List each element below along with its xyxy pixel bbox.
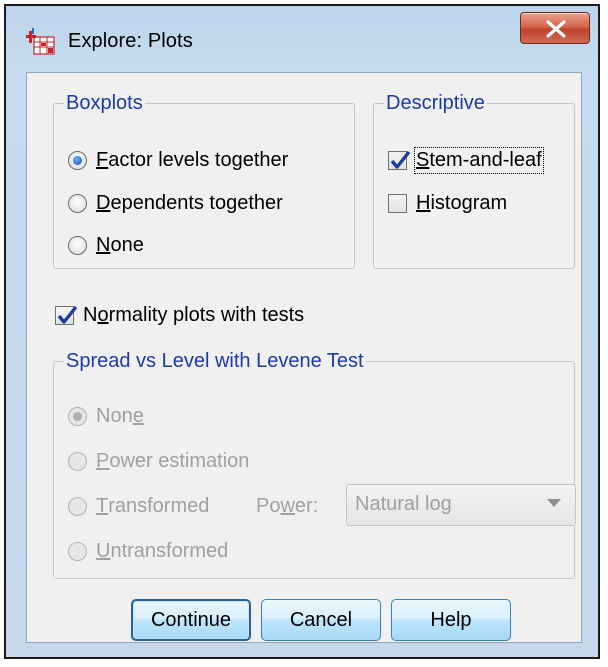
label-part: Po [256, 495, 281, 517]
stem-and-leaf-option[interactable]: Stem-and-leaf [388, 146, 544, 174]
checkmark-icon [390, 150, 411, 169]
radio-transformed[interactable] [68, 496, 87, 516]
power-dropdown[interactable]: Natural log [346, 484, 576, 526]
option-label: ransformed [108, 494, 210, 517]
label-part: N [83, 303, 98, 326]
histogram-option[interactable]: Histogram [388, 189, 507, 217]
continue-button[interactable]: Continue [131, 599, 251, 641]
power-estimation-option[interactable]: Power estimation [68, 447, 249, 475]
descriptive-legend: Descriptive [384, 90, 487, 116]
spread-vs-level-group: Spread vs Level with Levene Test Non e Po… [53, 348, 576, 579]
mnemonic: w [280, 495, 295, 517]
spss-explore-icon [26, 28, 56, 56]
radio-dependents[interactable] [68, 193, 87, 213]
checkbox-normality-plots[interactable] [55, 305, 78, 325]
checkmark-icon [57, 305, 78, 324]
help-button[interactable]: Help [391, 599, 511, 641]
radio-none[interactable] [68, 235, 87, 255]
spread-legend: Spread vs Level with Levene Test [64, 348, 366, 374]
title-bar[interactable]: Explore: Plots [6, 6, 598, 72]
mnemonic: T [96, 494, 109, 517]
close-button[interactable] [520, 12, 590, 44]
normality-plots-option[interactable]: No rmality plots with tests [55, 301, 304, 329]
mnemonic: o [97, 303, 109, 326]
mnemonic: e [132, 404, 144, 427]
mnemonic: D [96, 191, 111, 214]
dialog-content: Boxplots Factor levels together Dependen… [26, 72, 582, 643]
mnemonic: S [416, 148, 430, 171]
option-label: ependents together [110, 191, 283, 214]
option-label: ower estimation [109, 449, 250, 472]
boxplot-none-option[interactable]: None [68, 231, 144, 259]
label-part: er: [294, 495, 319, 517]
checkbox-stem-and-leaf[interactable] [388, 150, 411, 170]
chevron-down-icon [547, 499, 561, 507]
boxplot-dependents-option[interactable]: Dependents together [68, 189, 283, 217]
label-part: Non [96, 404, 133, 427]
option-label: tem-and-leaf [429, 148, 542, 171]
close-icon [546, 20, 566, 38]
dialog-window: Explore: Plots Boxplots Factor levels to… [4, 4, 600, 659]
untransformed-option[interactable]: Untransformed [68, 537, 228, 565]
option-label: ntransformed [110, 539, 229, 562]
window-title: Explore: Plots [68, 30, 193, 52]
boxplots-legend: Boxplots [64, 90, 145, 116]
mnemonic: P [96, 449, 110, 472]
power-label: Power: [256, 495, 318, 518]
checkbox-histogram[interactable] [388, 193, 407, 213]
transformed-option[interactable]: Transformed [68, 492, 209, 520]
descriptive-group: Descriptive Stem-and-leaf Histogram [373, 90, 575, 269]
radio-factor-levels[interactable] [68, 150, 87, 170]
radio-untransformed[interactable] [68, 541, 87, 561]
option-label: one [110, 233, 144, 256]
option-label: rmality plots with tests [108, 303, 305, 326]
cancel-button[interactable]: Cancel [261, 599, 381, 641]
mnemonic: N [96, 233, 111, 256]
radio-spread-none[interactable] [68, 406, 87, 426]
boxplot-factor-levels-option[interactable]: Factor levels together [68, 146, 288, 174]
mnemonic: F [96, 148, 109, 171]
option-label: istogram [430, 191, 508, 214]
stem-and-leaf-label: Stem-and-leaf [414, 146, 544, 174]
radio-power-estimation[interactable] [68, 451, 87, 471]
boxplots-group: Boxplots Factor levels together Dependen… [53, 90, 355, 269]
power-dropdown-value: Natural log [355, 493, 452, 515]
option-label: actor levels together [108, 148, 289, 171]
mnemonic: U [96, 539, 111, 562]
mnemonic: H [416, 191, 431, 214]
spread-none-option[interactable]: Non e [68, 402, 144, 430]
